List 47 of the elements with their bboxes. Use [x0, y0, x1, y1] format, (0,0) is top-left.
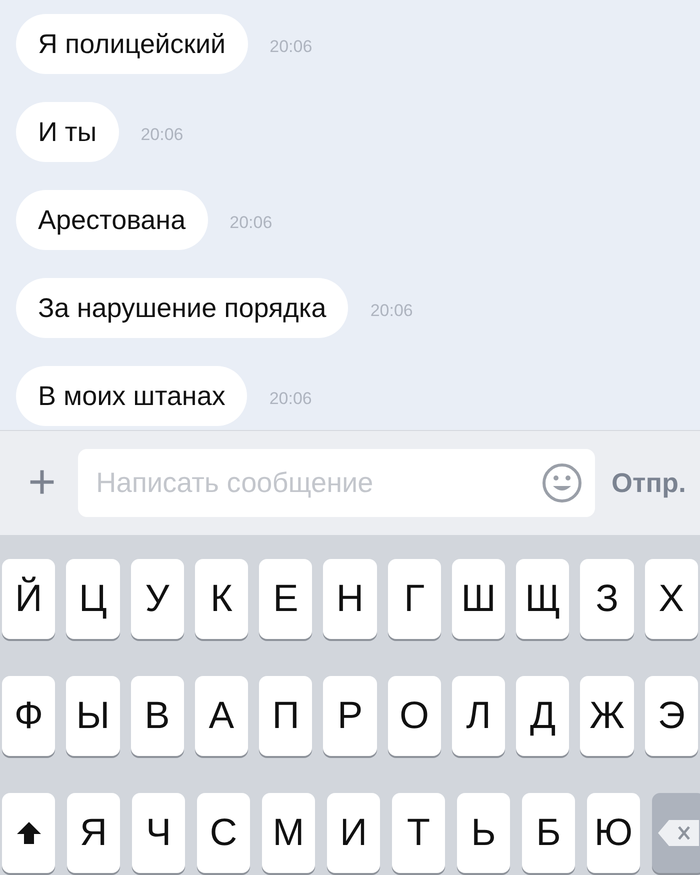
keyboard-key[interactable]: А [194, 676, 248, 756]
keyboard-key[interactable]: И [327, 793, 380, 873]
keyboard-key[interactable]: Р [323, 676, 377, 756]
keyboard-key[interactable]: Д [516, 676, 570, 756]
message-time: 20:06 [230, 213, 272, 233]
keyboard-key[interactable]: З [580, 559, 634, 639]
keyboard-key[interactable]: О [388, 676, 441, 756]
keyboard-key[interactable]: Я [67, 793, 120, 873]
keyboard-key[interactable]: Ю [587, 793, 640, 873]
message-bubble: В моих штанах [16, 366, 248, 426]
keyboard-key[interactable]: Т [392, 793, 445, 873]
message-time: 20:06 [270, 37, 312, 57]
keyboard-key[interactable]: Л [452, 676, 506, 756]
message-bubble: И ты [16, 102, 119, 162]
message-bubble: За нарушение порядка [16, 278, 348, 338]
keyboard-key[interactable]: Ф [2, 676, 56, 756]
message-time: 20:06 [269, 389, 312, 409]
keyboard-key[interactable]: Ж [580, 676, 634, 756]
keyboard-key[interactable]: У [130, 559, 184, 639]
backspace-icon [656, 818, 700, 848]
message-bubble: Арестована [16, 190, 208, 250]
message-time: 20:06 [370, 301, 413, 321]
keyboard-key[interactable]: Ь [457, 793, 510, 873]
keyboard-key[interactable]: Н [323, 559, 377, 639]
keyboard-key[interactable]: Й [2, 559, 56, 639]
keyboard-key[interactable]: Ч [132, 793, 185, 873]
keyboard-key[interactable]: Б [522, 793, 575, 873]
message-field[interactable]: Написать сообщение [78, 449, 596, 517]
keyboard-key[interactable]: Ы [66, 676, 120, 756]
smiley-icon[interactable] [541, 462, 584, 504]
delete-key[interactable] [652, 793, 700, 873]
keyboard-key[interactable]: П [259, 676, 312, 756]
message-time: 20:06 [140, 125, 184, 145]
message-bubble: Я полицейский [16, 14, 248, 74]
shift-key[interactable] [2, 793, 55, 873]
keyboard-key[interactable]: Х [644, 559, 698, 639]
keyboard-key[interactable]: К [194, 559, 248, 639]
keyboard-key[interactable]: Ц [66, 559, 120, 639]
keyboard-key[interactable]: Ш [452, 559, 506, 639]
keyboard-key[interactable]: Щ [516, 559, 570, 639]
keyboard-key[interactable]: В [130, 676, 184, 756]
keyboard-key[interactable]: Э [644, 676, 698, 756]
keyboard-key[interactable]: Е [259, 559, 312, 639]
keyboard-key[interactable]: С [197, 793, 250, 873]
keyboard-key[interactable]: М [262, 793, 315, 873]
shift-arrow-icon [16, 821, 42, 845]
keyboard-key[interactable]: Г [388, 559, 441, 639]
